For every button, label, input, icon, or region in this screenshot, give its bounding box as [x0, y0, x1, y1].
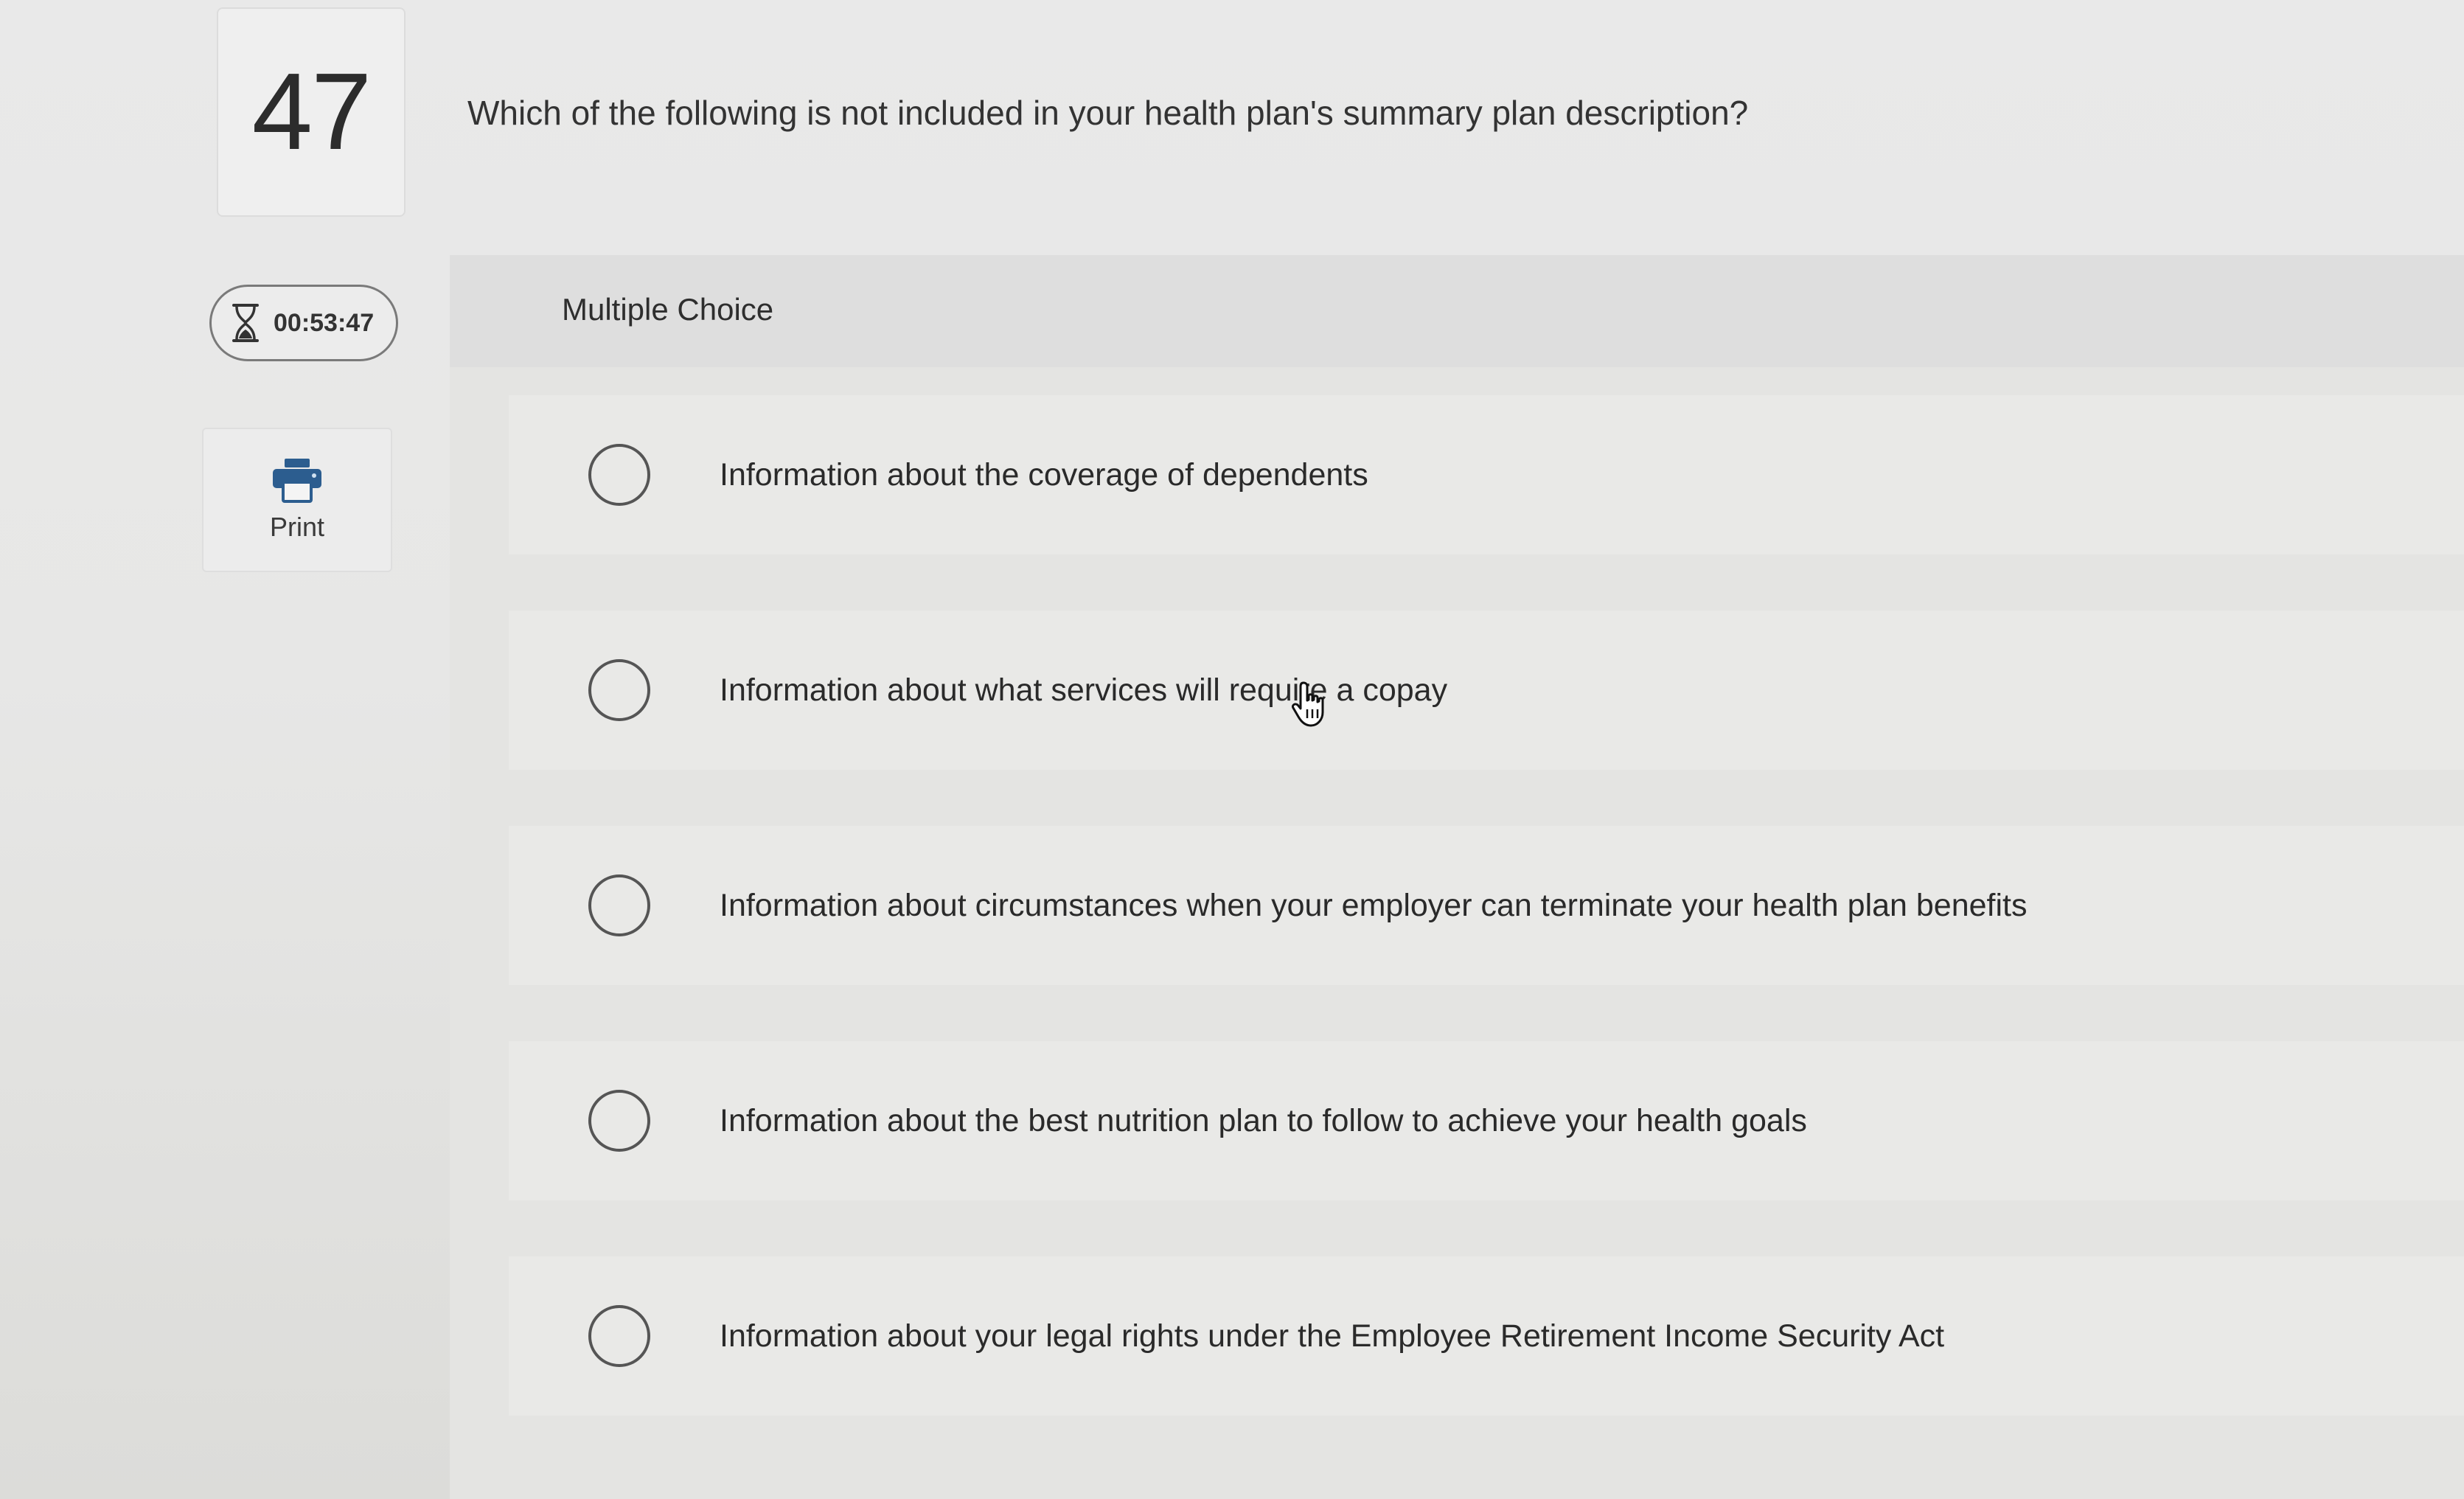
question-prompt: Which of the following is not included i… — [467, 94, 1749, 132]
answer-panel: Multiple Choice Information about the co… — [450, 255, 2464, 1499]
radio-button[interactable] — [588, 1305, 650, 1367]
radio-button[interactable] — [588, 444, 650, 506]
answer-option-label: Information about the coverage of depend… — [720, 456, 1368, 493]
answer-option[interactable]: Information about circumstances when you… — [509, 826, 2464, 985]
answer-options: Information about the coverage of depend… — [509, 395, 2464, 1472]
timer-value: 00:53:47 — [274, 308, 375, 337]
question-number: 47 — [251, 51, 372, 173]
radio-button[interactable] — [588, 874, 650, 936]
answer-panel-header: Multiple Choice — [450, 255, 2464, 367]
printer-icon — [273, 459, 321, 503]
answer-option[interactable]: Information about the best nutrition pla… — [509, 1041, 2464, 1200]
timer-badge[interactable]: 00:53:47 — [209, 285, 398, 361]
radio-button[interactable] — [588, 659, 650, 721]
print-label: Print — [269, 512, 325, 542]
answer-option[interactable]: Information about what services will req… — [509, 611, 2464, 770]
answer-option-label: Information about what services will req… — [720, 672, 1448, 708]
hourglass-icon — [232, 304, 259, 342]
radio-button[interactable] — [588, 1090, 650, 1152]
answer-option[interactable]: Information about the coverage of depend… — [509, 395, 2464, 554]
answer-option-label: Information about the best nutrition pla… — [720, 1102, 1807, 1138]
hand-pointer-icon — [1292, 681, 1324, 727]
print-button[interactable]: Print — [202, 428, 392, 572]
question-number-box: 47 — [217, 7, 406, 217]
answer-option[interactable]: Information about your legal rights unde… — [509, 1256, 2464, 1416]
answer-option-label: Information about circumstances when you… — [720, 887, 2028, 923]
answer-option-label: Information about your legal rights unde… — [720, 1318, 1945, 1354]
question-type-label: Multiple Choice — [562, 292, 774, 327]
